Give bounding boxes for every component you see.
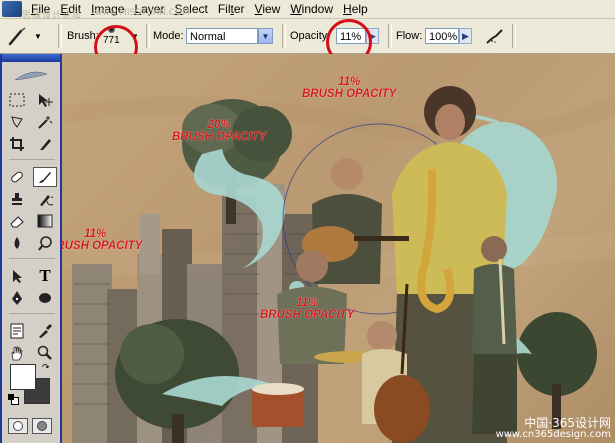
opacity-label: Opacity: (290, 30, 331, 42)
app-icon[interactable] (2, 1, 22, 17)
annotation-label: BRUSH OPACITY (302, 88, 397, 100)
document-canvas[interactable]: 11% BRUSH OPACITY 20% BRUSH OPACITY 11% … (62, 54, 615, 443)
menu-filter[interactable]: Filter (213, 0, 250, 18)
tool-divider (9, 258, 55, 264)
brush-icon[interactable] (33, 167, 57, 187)
divider (146, 24, 150, 48)
annotation-center: 11% BRUSH OPACITY (260, 297, 354, 321)
airbrush-button[interactable] (484, 19, 506, 53)
divider (388, 24, 392, 48)
flow-label: Flow: (396, 30, 423, 42)
swap-colors-icon[interactable]: ↷ (42, 362, 50, 373)
menu-bar: File Edit Image Layer Select Filter View… (0, 0, 615, 19)
gradient-icon[interactable] (33, 211, 57, 231)
path-selection-icon[interactable] (5, 266, 29, 286)
edit-mode-buttons (8, 418, 52, 434)
annotation-percent: 11% (296, 297, 319, 309)
chevron-down-icon: ▼ (258, 28, 273, 44)
mode-value: Normal (186, 28, 258, 44)
annotation-label: BRUSH OPACITY (260, 309, 355, 321)
watermark-url: www.MISSYUAN.COM (95, 8, 190, 18)
crop-icon[interactable] (5, 134, 29, 154)
magic-wand-icon[interactable] (33, 112, 57, 132)
lasso-icon[interactable] (5, 112, 29, 132)
annotation-top: 11% BRUSH OPACITY (302, 76, 396, 100)
annotation-label: BRUSH OPACITY (172, 131, 267, 143)
annotation-percent: 11% (84, 228, 107, 240)
menu-help[interactable]: Help (338, 0, 373, 18)
watermark-site-url: www.cn365design.com (495, 429, 611, 440)
annotation-label: BRUSH OPACITY (62, 240, 143, 252)
airbrush-icon (486, 29, 503, 44)
divider (58, 24, 62, 48)
notes-icon[interactable] (5, 321, 29, 341)
dodge-icon[interactable] (33, 233, 57, 253)
shape-icon[interactable] (33, 288, 57, 308)
quick-mask-mode-icon[interactable] (32, 418, 52, 434)
flow-field[interactable]: 100% ▶ (425, 19, 472, 53)
mode-select[interactable]: Normal ▼ (186, 19, 273, 53)
tool-divider (9, 159, 55, 165)
pen-icon[interactable] (5, 288, 29, 308)
standard-mode-icon[interactable] (8, 418, 28, 434)
clone-stamp-icon[interactable] (5, 189, 29, 209)
flow-slider-arrow-icon[interactable]: ▶ (459, 28, 472, 44)
color-swatches: ↷ (8, 362, 56, 406)
annotation-percent: 11% (338, 76, 361, 88)
menu-window[interactable]: Window (285, 0, 338, 18)
mode-label: Mode: (153, 30, 184, 42)
foreground-color-swatch[interactable] (10, 364, 36, 390)
divider (282, 24, 286, 48)
divider (512, 24, 516, 48)
history-brush-icon[interactable] (33, 189, 57, 209)
annotation-upper-left: 20% BRUSH OPACITY (172, 119, 266, 143)
toolbox-logo[interactable] (2, 62, 60, 90)
toolbox-title-bar[interactable] (2, 54, 60, 62)
move-icon[interactable] (33, 90, 57, 110)
slice-icon[interactable] (33, 134, 57, 154)
brush-preset-icon (8, 27, 26, 46)
flow-value[interactable]: 100% (425, 28, 459, 44)
type-icon[interactable]: T (33, 266, 57, 286)
hand-icon[interactable] (5, 343, 29, 363)
zoom-icon[interactable] (33, 343, 57, 363)
menu-view[interactable]: View (250, 0, 286, 18)
tool-divider (9, 313, 55, 319)
eyedropper-icon[interactable] (33, 321, 57, 341)
toolbox: T ↷ (0, 54, 62, 443)
feather-icon (14, 71, 48, 81)
annotation-percent: 20% (207, 119, 231, 131)
annotation-left: 11% BRUSH OPACITY (62, 228, 142, 252)
marquee-icon[interactable] (5, 90, 29, 110)
tool-preset-picker[interactable]: ▼ (6, 19, 42, 53)
site-watermark: 中国·365设计网 www.cn365design.com (496, 417, 611, 441)
artwork (62, 54, 615, 443)
eraser-icon[interactable] (5, 211, 29, 231)
blur-icon[interactable] (5, 233, 29, 253)
watermark-cn: 中国·365设计网 (524, 416, 611, 430)
options-bar: ▼ Brush: 771 ▼ Mode: Normal ▼ Opacity: 1… (0, 19, 615, 69)
healing-brush-icon[interactable] (5, 167, 29, 187)
default-colors-icon[interactable] (8, 394, 19, 405)
chevron-down-icon: ▼ (34, 31, 42, 41)
